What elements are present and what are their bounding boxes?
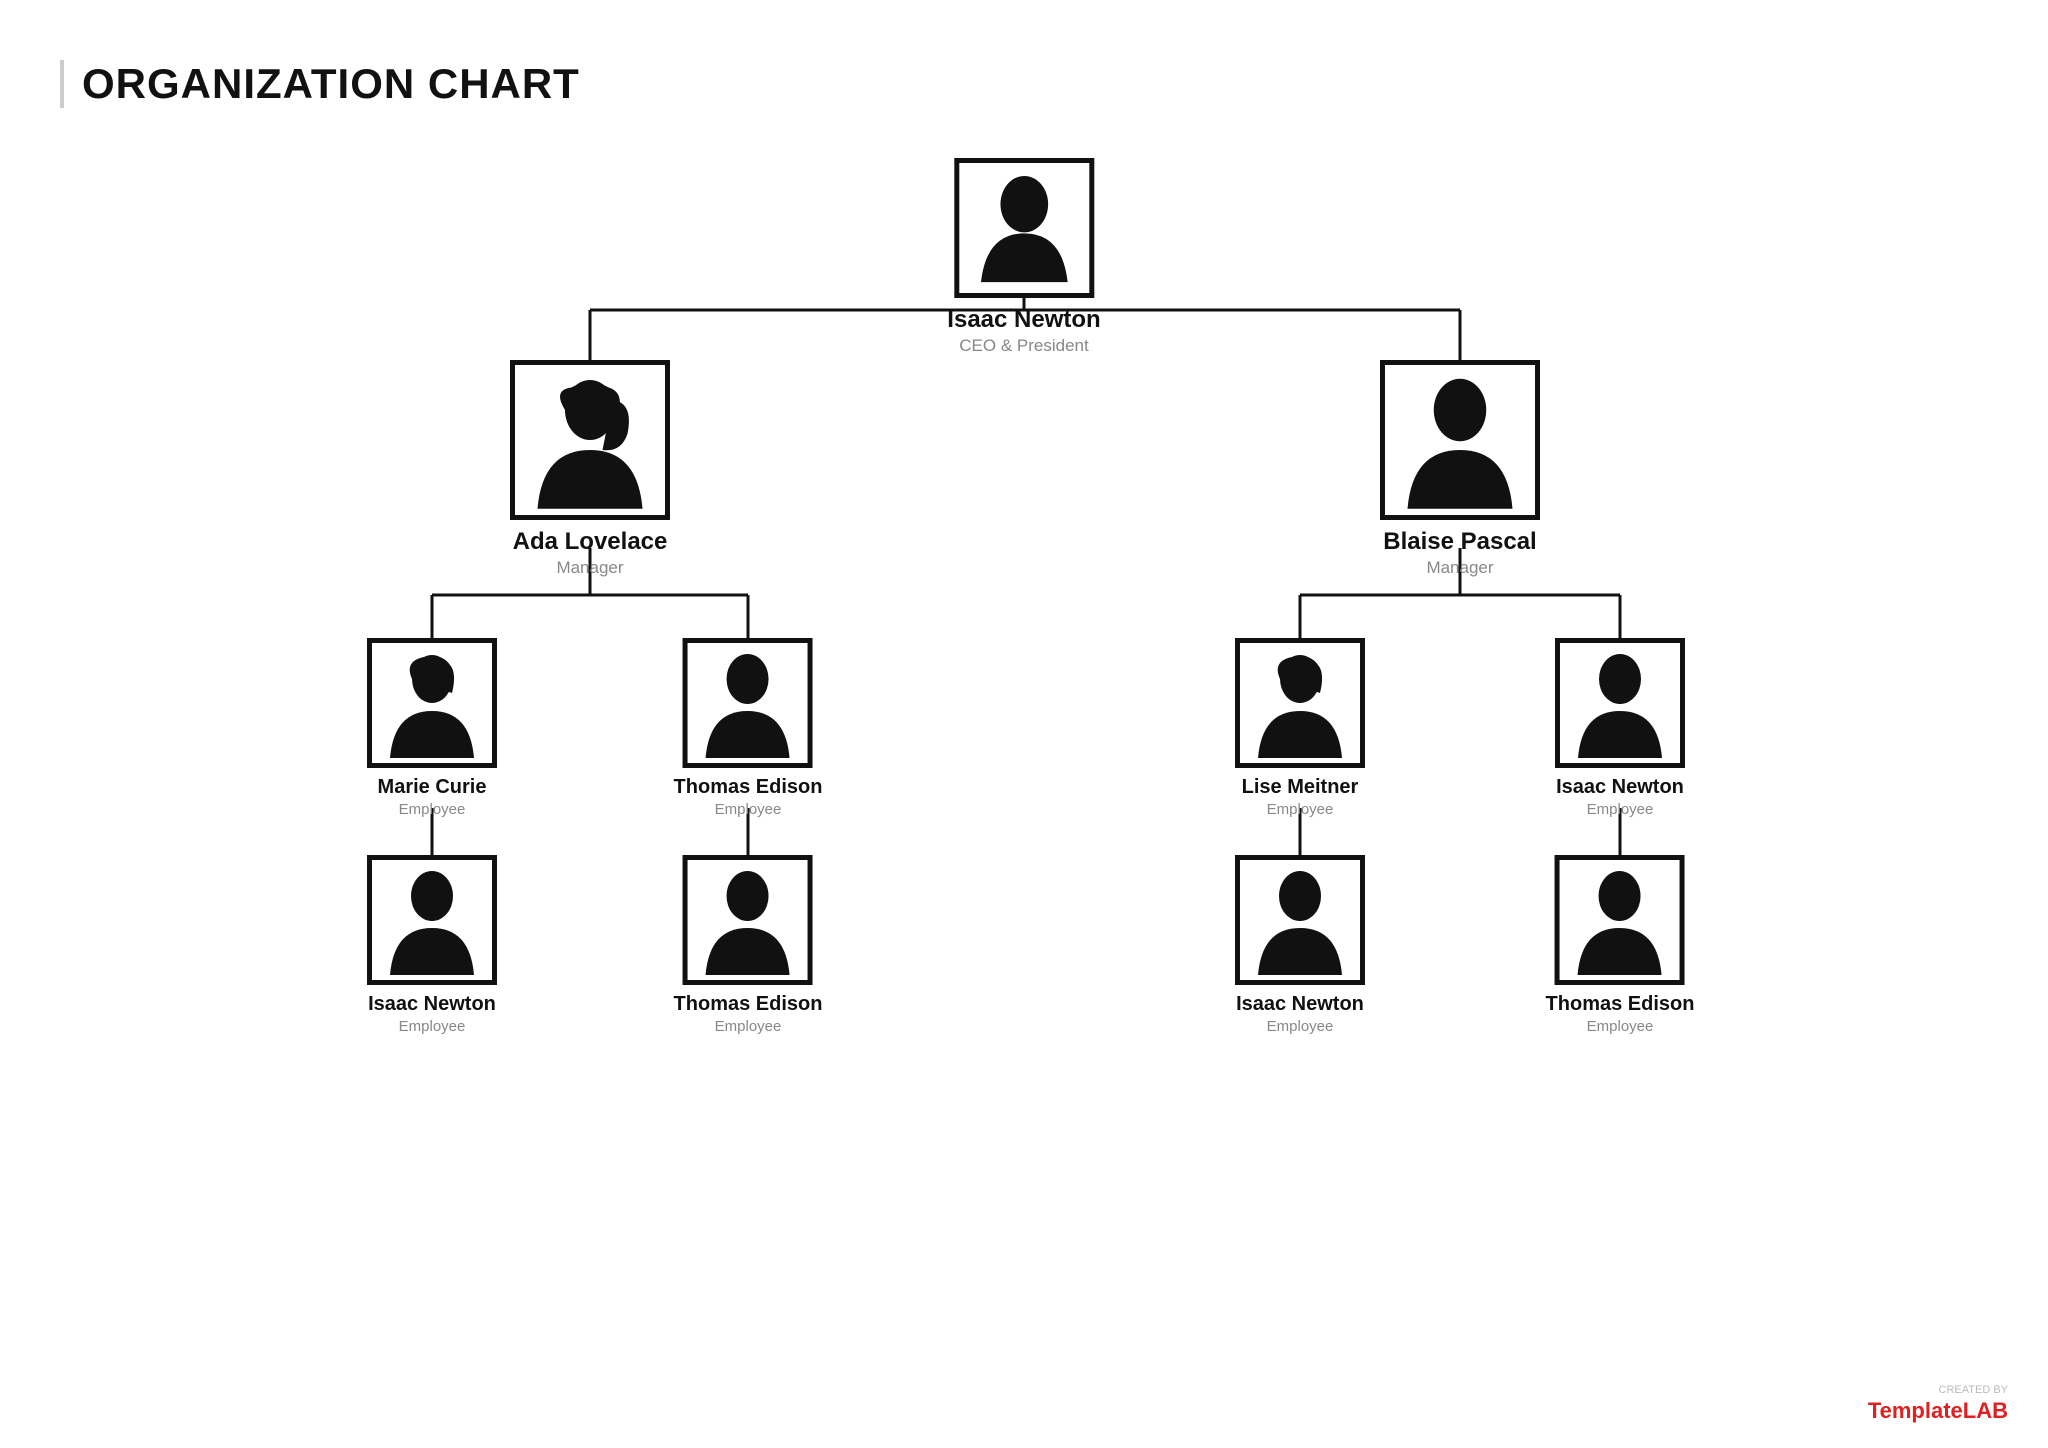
avatar-emp1 <box>367 638 497 768</box>
mgr1-role: Manager <box>556 558 623 578</box>
node-emp2: Thomas Edison Employee <box>674 638 823 818</box>
emp1-role: Employee <box>399 801 466 818</box>
templatelab-badge: CREATED BY TemplateLAB <box>1868 1384 2008 1424</box>
org-chart-wrapper: ORGANIZATION CHART <box>0 0 2048 1448</box>
avatar-mgr2 <box>1380 360 1540 520</box>
badge-brand-prefix: Template <box>1868 1398 1963 1423</box>
avatar-emp5 <box>367 855 497 985</box>
node-emp4: Isaac Newton Employee <box>1555 638 1685 818</box>
emp6-name: Thomas Edison <box>674 993 823 1016</box>
node-mgr1: Ada Lovelace Manager <box>510 360 670 578</box>
avatar-emp2 <box>683 638 813 768</box>
avatar-mgr1 <box>510 360 670 520</box>
node-ceo: Isaac Newton CEO & President <box>947 158 1100 356</box>
node-emp1: Marie Curie Employee <box>367 638 497 818</box>
emp3-name: Lise Meitner <box>1242 776 1359 799</box>
node-emp6: Thomas Edison Employee <box>674 855 823 1035</box>
badge-brand: TemplateLAB <box>1868 1398 2008 1423</box>
mgr2-name: Blaise Pascal <box>1383 528 1536 556</box>
ceo-role: CEO & President <box>959 336 1088 356</box>
avatar-emp3 <box>1235 638 1365 768</box>
emp8-name: Thomas Edison <box>1546 993 1695 1016</box>
mgr1-name: Ada Lovelace <box>513 528 668 556</box>
emp2-role: Employee <box>715 801 782 818</box>
node-emp3: Lise Meitner Employee <box>1235 638 1365 818</box>
badge-created-by: CREATED BY <box>1868 1384 2008 1396</box>
emp8-role: Employee <box>1587 1018 1654 1035</box>
node-emp5: Isaac Newton Employee <box>367 855 497 1035</box>
emp6-role: Employee <box>715 1018 782 1035</box>
mgr2-role: Manager <box>1426 558 1493 578</box>
avatar-emp6 <box>683 855 813 985</box>
node-emp7: Isaac Newton Employee <box>1235 855 1365 1035</box>
emp3-role: Employee <box>1267 801 1334 818</box>
emp5-name: Isaac Newton <box>368 993 496 1016</box>
emp2-name: Thomas Edison <box>674 776 823 799</box>
node-emp8: Thomas Edison Employee <box>1546 855 1695 1035</box>
avatar-ceo <box>954 158 1094 298</box>
node-mgr2: Blaise Pascal Manager <box>1380 360 1540 578</box>
page-title: ORGANIZATION CHART <box>60 60 580 108</box>
avatar-emp4 <box>1555 638 1685 768</box>
emp5-role: Employee <box>399 1018 466 1035</box>
emp1-name: Marie Curie <box>378 776 487 799</box>
emp7-name: Isaac Newton <box>1236 993 1364 1016</box>
emp4-role: Employee <box>1587 801 1654 818</box>
avatar-emp7 <box>1235 855 1365 985</box>
emp7-role: Employee <box>1267 1018 1334 1035</box>
avatar-emp8 <box>1555 855 1685 985</box>
emp4-name: Isaac Newton <box>1556 776 1684 799</box>
ceo-name: Isaac Newton <box>947 306 1100 334</box>
badge-brand-suffix: LAB <box>1963 1398 2008 1423</box>
